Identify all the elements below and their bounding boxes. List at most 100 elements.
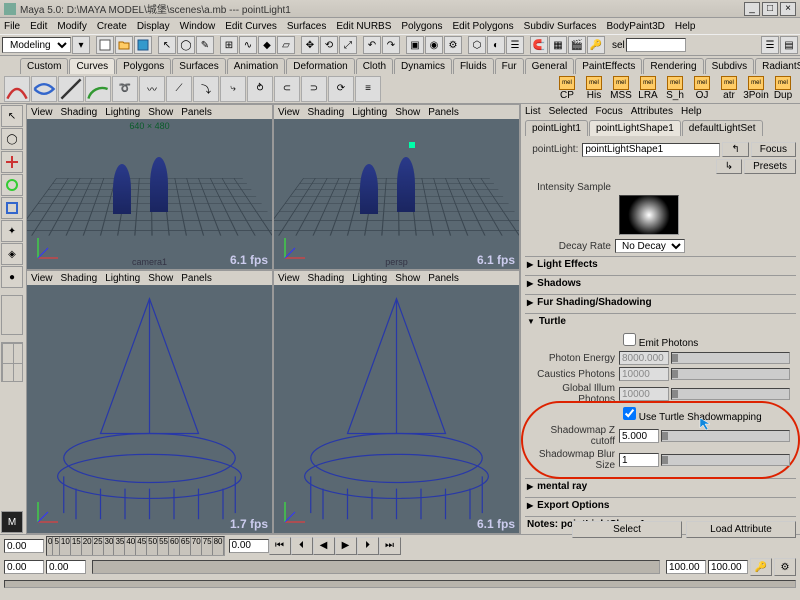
mel-his[interactable]: melHis [581,76,607,102]
turtle-section[interactable]: Turtle [525,314,796,329]
mel-lra[interactable]: melLRA [635,76,661,102]
time-ruler[interactable]: 05101520253035404550556065707580 [46,536,225,556]
shadowmap-z-input[interactable] [619,429,659,443]
light-effects-section[interactable]: Light Effects [525,257,796,272]
range-start-input[interactable] [4,539,44,553]
ae-tab-0[interactable]: pointLight1 [525,120,588,136]
shelf-tab-painteffects[interactable]: PaintEffects [575,58,642,74]
lasso-tool[interactable]: ◯ [1,128,23,150]
paint-select-icon[interactable]: ✎ [196,36,214,54]
save-scene-icon[interactable] [134,36,152,54]
command-line[interactable] [4,580,796,588]
viewport-canvas[interactable]: 6.1 fps [274,285,519,533]
select-tool[interactable]: ↖ [1,105,23,127]
vp-menu-view[interactable]: View [31,273,53,284]
lasso-icon[interactable]: ◯ [177,36,195,54]
mel-oj[interactable]: melOJ [689,76,715,102]
menu-polygons[interactable]: Polygons [401,21,442,32]
scale-tool[interactable] [1,197,23,219]
viewport-canvas[interactable]: 640 × 480camera16.1 fps [27,119,272,269]
shelf-tab-radiantsquare[interactable]: RadiantSquare [755,58,800,74]
render-globals-icon[interactable]: ⚙ [444,36,462,54]
channel-icon[interactable]: ▤ [780,36,798,54]
vp-menu-panels[interactable]: Panels [428,273,459,284]
pointlight-name-input[interactable] [582,143,720,157]
shelf-rebuild-icon[interactable]: ⟳ [328,76,354,102]
select-button[interactable]: Select [572,521,682,538]
load-attributes-button[interactable]: Load Attribute [686,521,796,538]
menu-create[interactable]: Create [97,21,127,32]
vp-menu-lighting[interactable]: Lighting [105,107,140,118]
vp-menu-view[interactable]: View [278,107,300,118]
mel-3poin[interactable]: mel3Poin [743,76,769,102]
playback-start-input[interactable] [4,560,44,574]
shelf-offset-icon[interactable]: ≡ [355,76,381,102]
redo-icon[interactable]: ↷ [382,36,400,54]
snap-grid-icon[interactable]: ⊞ [220,36,238,54]
play-fwd-icon[interactable]: ▶ [335,537,357,555]
menu-editpolygons[interactable]: Edit Polygons [453,21,514,32]
ae-icon[interactable]: ☰ [761,36,779,54]
shelf-tab-general[interactable]: General [525,58,575,74]
range-slider[interactable] [92,560,660,574]
magnet-icon[interactable]: 🧲 [530,36,548,54]
ae-tab-2[interactable]: defaultLightSet [682,120,763,136]
shelf-tab-fluids[interactable]: Fluids [453,58,494,74]
shelf-tab-animation[interactable]: Animation [227,58,285,74]
mel-atr[interactable]: melatr [716,76,742,102]
shelf-tab-curves[interactable]: Curves [69,58,115,74]
step-fwd-icon[interactable]: ⏵ [357,537,379,555]
snap-plane-icon[interactable]: ▱ [277,36,295,54]
vp-menu-shading[interactable]: Shading [61,107,98,118]
move-icon[interactable]: ✥ [301,36,319,54]
vp-menu-show[interactable]: Show [148,273,173,284]
rotate-icon[interactable]: ⟲ [320,36,338,54]
layout-four[interactable] [1,342,23,382]
dropdown-icon[interactable]: ▾ [72,36,90,54]
focus-button[interactable]: Focus [751,142,796,157]
shelf-tab-deformation[interactable]: Deformation [286,58,354,74]
shelf-tab-rendering[interactable]: Rendering [643,58,703,74]
mel-s_h[interactable]: melS_h [662,76,688,102]
shelf-detach-icon[interactable]: ⊃ [301,76,327,102]
shelf-tool4-icon[interactable]: ⥁ [247,76,273,102]
shelf-tab-custom[interactable]: Custom [20,58,68,74]
hypershade-icon[interactable]: ◐ [487,36,505,54]
shelf-tool1-icon[interactable]: ⟋ [166,76,192,102]
viewport-canvas[interactable]: persp6.1 fps [274,119,519,269]
ae-menu-selected[interactable]: Selected [549,106,588,117]
autokey-icon[interactable]: 🔑 [750,558,772,576]
outliner-icon[interactable]: ☰ [506,36,524,54]
viewport-2[interactable]: ViewShadingLightingShowPanels1.7 fps [27,271,272,533]
vp-menu-panels[interactable]: Panels [428,107,459,118]
playback-start2-input[interactable] [46,560,86,574]
shelf-tab-polygons[interactable]: Polygons [116,58,171,74]
film-icon[interactable]: 🎬 [568,36,586,54]
vp-menu-panels[interactable]: Panels [181,273,212,284]
menu-bodypaint3d[interactable]: BodyPaint3D [607,21,665,32]
hypergraph-icon[interactable]: ⬡ [468,36,486,54]
selection-field[interactable] [626,38,686,52]
close-button[interactable]: × [780,2,796,16]
forward-end-icon[interactable]: ⏭ [379,537,401,555]
vp-menu-show[interactable]: Show [395,107,420,118]
mentalray-section[interactable]: mental ray [525,479,796,494]
vp-menu-lighting[interactable]: Lighting [352,273,387,284]
menu-editnurbs[interactable]: Edit NURBS [336,21,391,32]
shadowmap-blur-input[interactable] [619,453,659,467]
shelf-tool3-icon[interactable]: ⤷ [220,76,246,102]
shelf-wave-icon[interactable]: 〰 [139,76,165,102]
step-back-icon[interactable]: ⏴ [291,537,313,555]
go-in-icon[interactable]: ↳ [716,159,742,174]
prefs-icon[interactable]: ⚙ [774,558,796,576]
play-back-icon[interactable]: ◀ [313,537,335,555]
vp-menu-lighting[interactable]: Lighting [352,107,387,118]
maximize-button[interactable]: □ [762,2,778,16]
vp-menu-shading[interactable]: Shading [61,273,98,284]
select-icon[interactable]: ↖ [158,36,176,54]
ipr-icon[interactable]: ◉ [425,36,443,54]
shadows-section[interactable]: Shadows [525,276,796,291]
vp-menu-view[interactable]: View [278,273,300,284]
shadowmap-blur-slider[interactable] [661,454,790,466]
rewind-icon[interactable]: ⏮ [269,537,291,555]
